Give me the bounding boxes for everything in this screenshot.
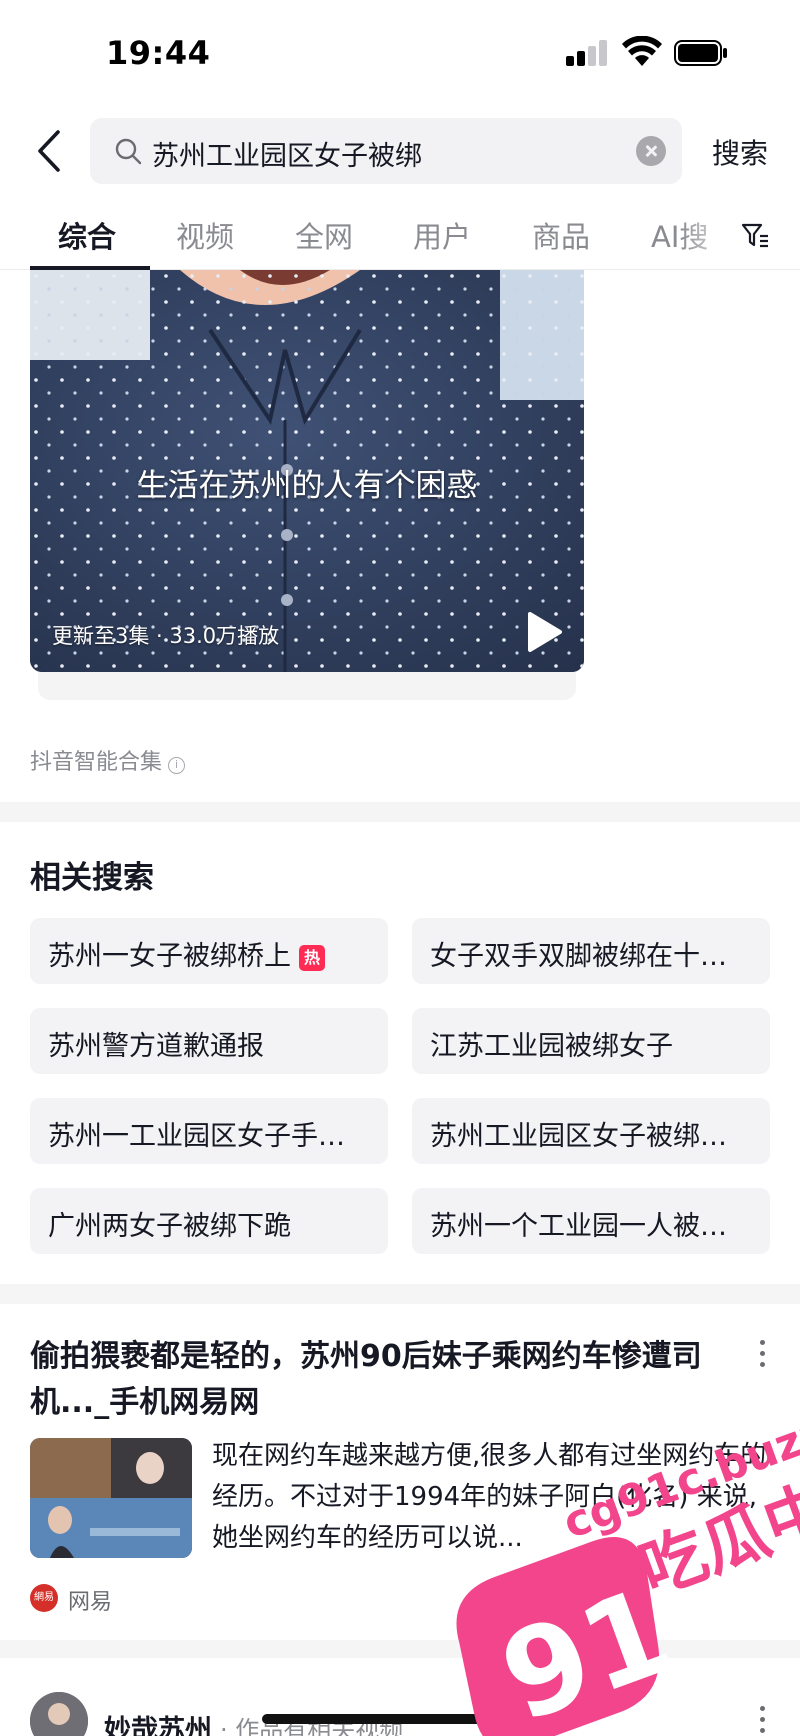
video-meta: 更新至3集 · 33.0万播放 (52, 624, 280, 648)
related-search-text: 苏州一工业园区女子手… (48, 1121, 345, 1152)
status-time: 19:44 (106, 34, 211, 72)
back-button[interactable] (30, 126, 70, 176)
section-divider (0, 1284, 800, 1304)
related-search-item[interactable]: 苏州工业园区女子被绑… (412, 1098, 770, 1164)
user-name[interactable]: 妙哉苏州 (104, 1708, 212, 1736)
section-divider (0, 802, 800, 822)
related-search-text: 江苏工业园被绑女子 (430, 1031, 673, 1062)
article-summary: 现在网约车越来越方便,很多人都有过坐网约车的经历。不过对于1994年的妹子阿白(… (212, 1441, 767, 1553)
cellular-signal-icon (566, 40, 610, 66)
video-caption: 生活在苏州的人有个困惑 (136, 468, 478, 504)
stacked-card-edge (38, 672, 576, 700)
related-search-item[interactable]: 女子双手双脚被绑在十… (412, 918, 770, 984)
related-search-text: 女子双手双脚被绑在十… (430, 941, 727, 972)
info-icon[interactable]: i (168, 757, 186, 774)
section-divider (0, 1640, 800, 1658)
source-name: 网易 (68, 1590, 113, 1615)
search-input[interactable]: 苏州工业园区女子被绑 (90, 118, 682, 184)
battery-icon (674, 40, 727, 66)
related-search-text: 苏州一女子被绑桥上 (48, 941, 291, 972)
collection-label: 抖音智能合集 i (30, 744, 186, 776)
wifi-icon (622, 36, 662, 66)
related-search-text: 苏州工业园区女子被绑… (430, 1121, 727, 1152)
article-title[interactable]: 偷拍猥亵都是轻的，苏州90后妹子乘网约车惨遭司机..._手机网易网 (30, 1334, 730, 1426)
article-thumbnail[interactable] (30, 1438, 192, 1558)
search-icon (115, 138, 142, 165)
result-tabs: 综合 视频 全网 用户 商品 AI搜 (0, 206, 800, 270)
tab-video[interactable]: 视频 (176, 214, 234, 256)
avatar-image (30, 1692, 88, 1736)
avatar[interactable] (30, 1692, 88, 1736)
netease-logo: 網易 (30, 1584, 58, 1612)
related-search-item[interactable]: 苏州一女子被绑桥上热 (30, 918, 388, 984)
related-search-item[interactable]: 江苏工业园被绑女子 (412, 1008, 770, 1074)
search-button[interactable]: 搜索 (712, 132, 768, 172)
related-search-text: 苏州警方道歉通报 (48, 1031, 264, 1062)
hot-badge: 热 (299, 945, 325, 971)
related-search-item[interactable]: 苏州一工业园区女子手… (30, 1098, 388, 1164)
related-search-text: 苏州一个工业园一人被… (430, 1211, 727, 1242)
more-options-icon[interactable] (756, 1340, 768, 1370)
related-search-item[interactable]: 广州两女子被绑下跪 (30, 1188, 388, 1254)
tab-products[interactable]: 商品 (532, 214, 590, 256)
tab-all[interactable]: 综合 (58, 214, 116, 256)
clear-search-icon[interactable] (636, 136, 666, 166)
related-searches-title: 相关搜索 (30, 860, 154, 896)
related-search-item[interactable]: 苏州警方道歉通报 (30, 1008, 388, 1074)
home-indicator[interactable] (262, 1714, 538, 1724)
tab-fade-overlay (680, 206, 740, 266)
status-bar: 19:44 (0, 0, 800, 100)
tab-web[interactable]: 全网 (295, 214, 353, 256)
related-search-text: 广州两女子被绑下跪 (48, 1211, 291, 1242)
collection-label-text: 抖音智能合集 (30, 750, 163, 775)
search-query-text: 苏州工业园区女子被绑 (152, 141, 422, 172)
tab-users[interactable]: 用户 (413, 214, 471, 256)
play-icon[interactable] (524, 610, 564, 654)
more-options-icon[interactable] (756, 1706, 768, 1736)
video-collection-card[interactable]: 生活在苏州的人有个困惑 更新至3集 · 33.0万播放 (30, 270, 584, 672)
related-search-item[interactable]: 苏州一个工业园一人被… (412, 1188, 770, 1254)
filter-icon[interactable] (740, 220, 770, 250)
